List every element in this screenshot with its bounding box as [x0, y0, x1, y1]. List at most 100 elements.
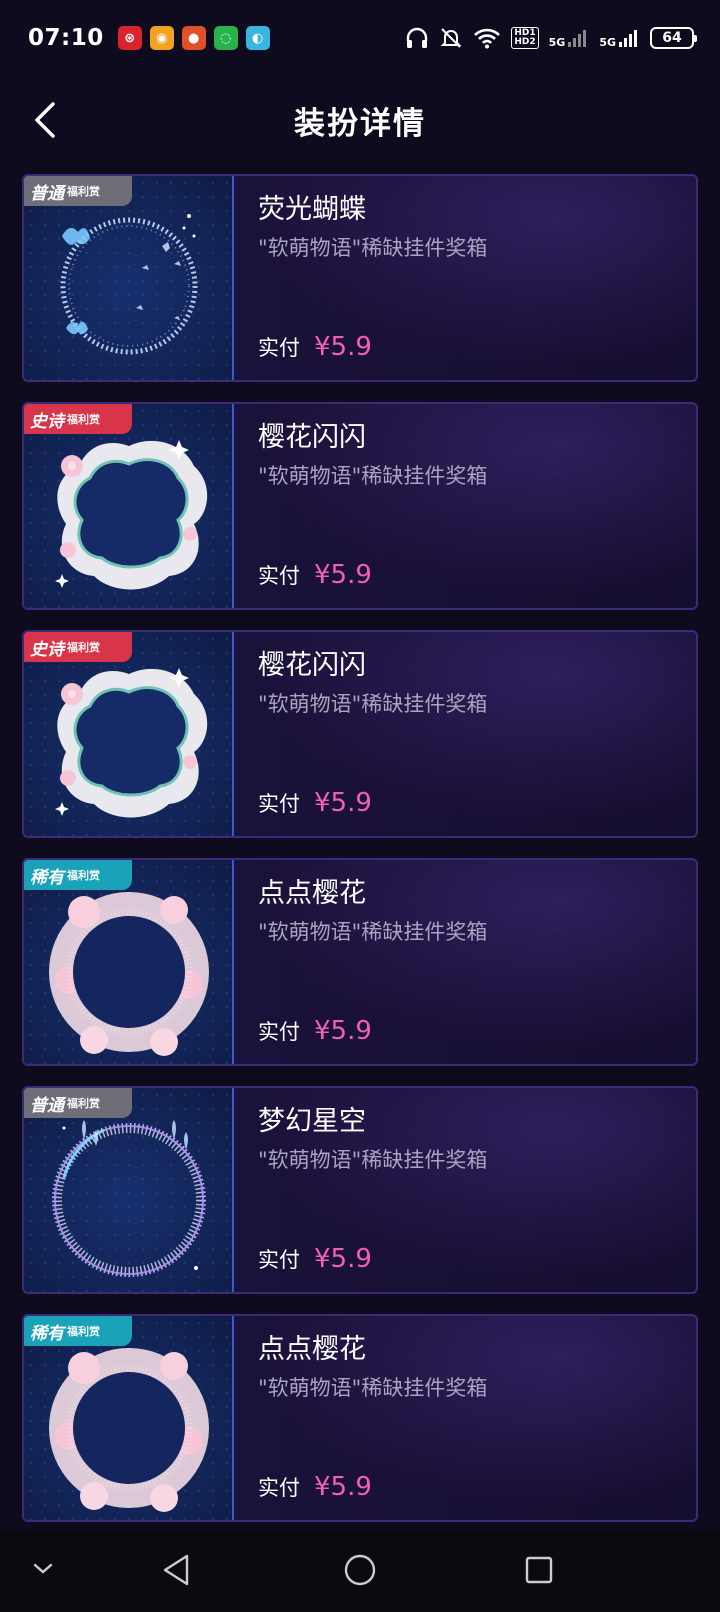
item-list: 普通 福利赏 荧光蝴蝶 "软萌物语"稀缺挂件奖箱 实付 ¥5.9 史诗 福利赏: [22, 174, 698, 1542]
signal-2-label: 5G: [599, 36, 616, 49]
price-label: 实付: [258, 1248, 300, 1272]
price-row: 实付 ¥5.9: [258, 1244, 372, 1274]
rarity-badge: 普通 福利赏: [24, 1088, 132, 1118]
rarity-label: 史诗: [30, 639, 64, 660]
back-button[interactable]: [20, 94, 72, 146]
item-info: 点点樱花 "软萌物语"稀缺挂件奖箱 实付 ¥5.9: [234, 1316, 696, 1520]
notification-icons: ⊛ ◉ ● ◌ ◐: [117, 26, 270, 50]
headphones-icon: [407, 27, 428, 48]
square-recents-icon: [525, 1556, 553, 1584]
price-row: 实付 ¥5.9: [258, 1016, 372, 1046]
triangle-back-icon: [163, 1554, 189, 1586]
item-name: 点点樱花: [258, 878, 366, 909]
circle-home-icon: [344, 1554, 376, 1586]
item-card[interactable]: 史诗 福利赏 樱花闪闪 "软萌物语"稀缺挂件奖箱 实付 ¥5.9: [22, 402, 698, 610]
item-description: "软萌物语"稀缺挂件奖箱: [258, 464, 488, 488]
price-row: 实付 ¥5.9: [258, 1472, 372, 1502]
price-label: 实付: [258, 336, 300, 360]
price-value: ¥5.9: [314, 1472, 372, 1502]
item-name: 点点樱花: [258, 1334, 366, 1365]
chevron-left-icon: [35, 102, 55, 138]
item-info: 点点樱花 "软萌物语"稀缺挂件奖箱 实付 ¥5.9: [234, 860, 696, 1064]
rarity-sub-label: 福利赏: [67, 869, 100, 882]
page-header: 装扮详情: [0, 76, 720, 164]
signal-1: 5G: [549, 28, 590, 48]
item-name: 樱花闪闪: [258, 650, 366, 681]
rarity-label: 普通: [30, 183, 64, 204]
avatar-frame-image: [52, 1120, 206, 1277]
status-time: 07:10: [28, 25, 104, 51]
game-app-icon: ●: [181, 26, 206, 50]
avatar-frame-image: [49, 892, 209, 1056]
item-card[interactable]: 普通 福利赏 梦幻星空 "软萌物语"稀缺挂件奖箱 实付 ¥5.9: [22, 1086, 698, 1294]
avatar-frame-image: [49, 1348, 209, 1512]
price-value: ¥5.9: [314, 1016, 372, 1046]
nav-collapse-button[interactable]: [30, 1560, 56, 1582]
price-label: 实付: [258, 1020, 300, 1044]
item-info: 樱花闪闪 "软萌物语"稀缺挂件奖箱 实付 ¥5.9: [234, 404, 696, 608]
price-value: ¥5.9: [314, 1244, 372, 1274]
rarity-sub-label: 福利赏: [67, 185, 100, 198]
signal-1-label: 5G: [548, 36, 566, 49]
price-label: 实付: [258, 564, 300, 588]
item-thumbnail: 普通 福利赏: [24, 1088, 234, 1292]
rarity-sub-label: 福利赏: [67, 1097, 100, 1110]
item-description: "软萌物语"稀缺挂件奖箱: [258, 236, 488, 260]
item-description: "软萌物语"稀缺挂件奖箱: [258, 920, 488, 944]
news-app-icon: ⊛: [117, 26, 142, 50]
avatar-frame-image: [60, 214, 198, 355]
status-bar: 07:10 ⊛ ◉ ● ◌ ◐ HD1 HD2 5G 5G 64: [0, 0, 720, 76]
wechat-icon: ◌: [213, 26, 238, 50]
price-value: ¥5.9: [314, 788, 372, 818]
avatar-frame-image: [55, 440, 208, 590]
price-row: 实付 ¥5.9: [258, 788, 372, 818]
nav-recents-button[interactable]: [522, 1552, 556, 1592]
price-row: 实付 ¥5.9: [258, 560, 372, 590]
nav-home-button[interactable]: [342, 1552, 378, 1592]
rarity-badge: 稀有 福利赏: [24, 1316, 132, 1346]
rarity-label: 稀有: [30, 867, 64, 888]
signal-2: 5G: [599, 28, 640, 48]
item-name: 梦幻星空: [258, 1106, 366, 1137]
item-description: "软萌物语"稀缺挂件奖箱: [258, 692, 488, 716]
item-thumbnail: 史诗 福利赏: [24, 404, 234, 608]
rarity-sub-label: 福利赏: [67, 1325, 100, 1338]
battery-level: 64: [662, 30, 682, 46]
battery-icon: 64: [650, 27, 697, 49]
weibo-icon: ◉: [149, 26, 174, 50]
rarity-badge: 稀有 福利赏: [24, 860, 132, 890]
price-row: 实付 ¥5.9: [258, 332, 372, 362]
rarity-sub-label: 福利赏: [67, 641, 100, 654]
status-indicators: HD1 HD2 5G 5G 64: [405, 26, 697, 50]
item-card[interactable]: 普通 福利赏 荧光蝴蝶 "软萌物语"稀缺挂件奖箱 实付 ¥5.9: [22, 174, 698, 382]
price-value: ¥5.9: [314, 560, 372, 590]
mute-bell-icon: [440, 28, 462, 48]
rarity-badge: 普通 福利赏: [24, 176, 132, 206]
item-thumbnail: 稀有 福利赏: [24, 860, 234, 1064]
item-card[interactable]: 稀有 福利赏 点点樱花 "软萌物语"稀缺挂件奖箱 实付 ¥5.9: [22, 1314, 698, 1522]
price-label: 实付: [258, 1476, 300, 1500]
price-value: ¥5.9: [314, 332, 372, 362]
item-name: 樱花闪闪: [258, 422, 366, 453]
chevron-down-icon: [33, 1563, 53, 1574]
page-title: 装扮详情: [294, 105, 426, 142]
system-nav-bar: [0, 1530, 720, 1612]
item-description: "软萌物语"稀缺挂件奖箱: [258, 1376, 488, 1400]
item-description: "软萌物语"稀缺挂件奖箱: [258, 1148, 488, 1172]
item-name: 荧光蝴蝶: [258, 194, 366, 225]
item-info: 荧光蝴蝶 "软萌物语"稀缺挂件奖箱 实付 ¥5.9: [234, 176, 696, 380]
wifi-icon: [474, 28, 501, 49]
item-card[interactable]: 稀有 福利赏 点点樱花 "软萌物语"稀缺挂件奖箱 实付 ¥5.9: [22, 858, 698, 1066]
hd-indicator: HD1 HD2: [511, 27, 539, 49]
price-label: 实付: [258, 792, 300, 816]
rarity-label: 史诗: [30, 411, 64, 432]
avatar-frame-image: [55, 668, 208, 818]
rarity-label: 普通: [30, 1095, 64, 1116]
rarity-label: 稀有: [30, 1323, 64, 1344]
nav-back-button[interactable]: [160, 1552, 194, 1592]
signal-bars-icon: [568, 30, 587, 47]
item-info: 梦幻星空 "软萌物语"稀缺挂件奖箱 实付 ¥5.9: [234, 1088, 696, 1292]
messenger-icon: ◐: [245, 26, 270, 50]
item-card[interactable]: 史诗 福利赏 樱花闪闪 "软萌物语"稀缺挂件奖箱 实付 ¥5.9: [22, 630, 698, 838]
signal-bars-icon: [619, 30, 637, 47]
